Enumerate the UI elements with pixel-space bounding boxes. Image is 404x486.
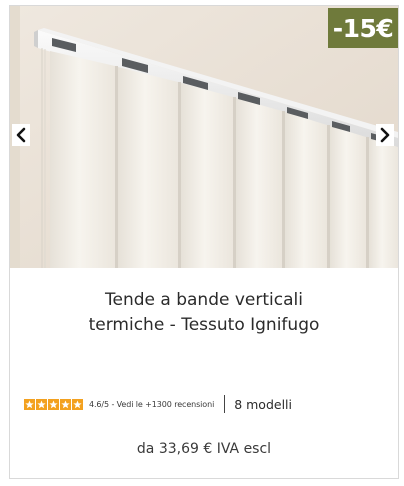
rating-reviews-link[interactable]: 4.6/5 - Vedi le +1300 recensioni — [89, 400, 214, 409]
product-title[interactable]: Tende a bande verticali termiche - Tessu… — [10, 288, 398, 338]
discount-badge: -15€ — [328, 8, 398, 48]
star-icon — [36, 398, 47, 410]
chevron-right-icon — [380, 127, 390, 143]
star-icon — [72, 398, 83, 410]
star-icon — [48, 398, 59, 410]
chevron-left-icon — [16, 127, 26, 143]
rating-row: 4.6/5 - Vedi le +1300 recensioni 8 model… — [24, 392, 292, 416]
carousel-prev-button[interactable] — [12, 124, 30, 146]
carousel-next-button[interactable] — [376, 124, 394, 146]
product-image[interactable]: -15€ — [10, 6, 398, 268]
product-price: da 33,69 € IVA escl — [136, 441, 272, 457]
star-icon — [60, 398, 71, 410]
rating-stars — [24, 398, 83, 410]
star-icon — [24, 398, 35, 410]
models-count: 8 modelli — [234, 396, 292, 412]
product-card[interactable]: -15€ Tende a bande verticali termiche - … — [9, 5, 399, 479]
divider — [224, 395, 226, 413]
